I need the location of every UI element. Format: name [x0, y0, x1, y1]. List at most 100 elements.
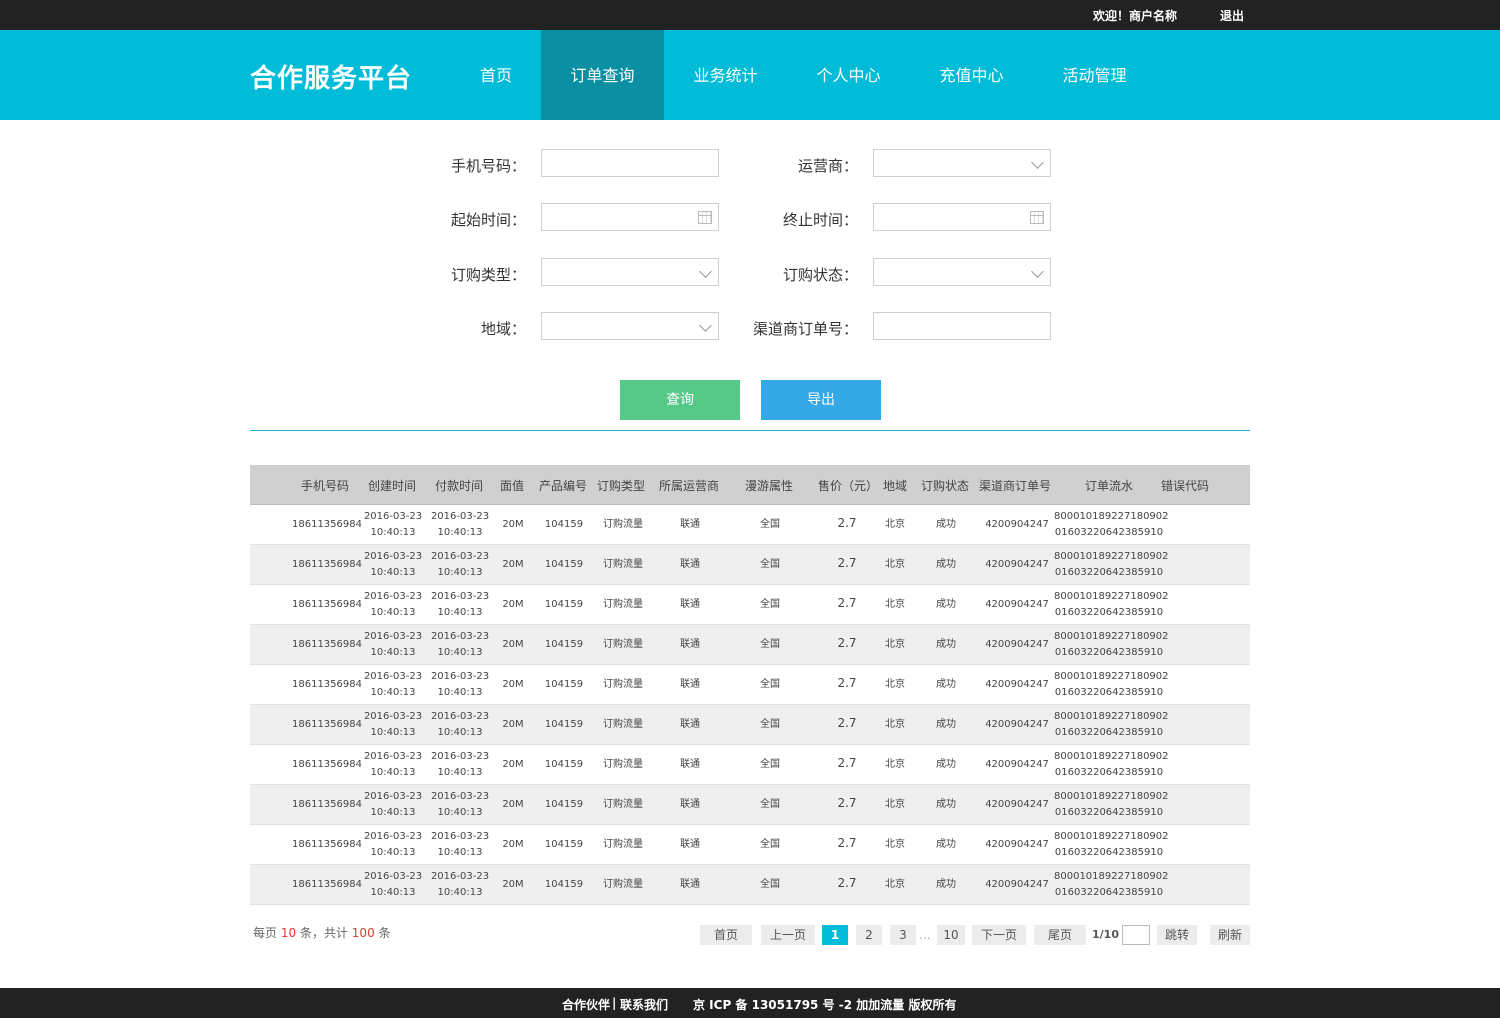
col-phone: 手机号码 [301, 479, 350, 493]
table-row[interactable]: 18611356984 2016-03-23 10:40:13 2016-03-23 1… [250, 665, 1250, 705]
col-created: 创建时间 [368, 479, 417, 493]
channel-order-field[interactable] [873, 312, 1051, 340]
cell-price: 2.7 [837, 516, 857, 530]
calendar-icon[interactable] [698, 211, 712, 224]
cell-phone: 18611356984 [292, 679, 362, 690]
query-button[interactable]: 查询 [620, 380, 740, 420]
cell-serial_1: 800010189227180902 01603220642385910 [1054, 629, 1169, 661]
cell-line: 800010189227180902 [1054, 831, 1169, 842]
refresh-button[interactable]: 刷新 [1210, 925, 1250, 945]
order-type-label: 订购类型： [450, 266, 526, 284]
pager-last[interactable]: 尾页 [1034, 925, 1086, 945]
cell-product: 104159 [544, 679, 584, 690]
cell-line: 800010189227180902 [1054, 511, 1169, 522]
table-row[interactable]: 18611356984 2016-03-23 10:40:13 2016-03-23 1… [250, 785, 1250, 825]
cell-line: 10:40:13 [437, 527, 483, 538]
nav-recharge-center[interactable]: 充值中心 [910, 30, 1033, 120]
cell-type: 订购流量 [603, 759, 643, 770]
cell-carrier: 联通 [680, 839, 700, 850]
table-row[interactable]: 18611356984 2016-03-23 10:40:13 2016-03-23 1… [250, 865, 1250, 905]
cell-product: 104159 [544, 719, 584, 730]
cell-line: 2016-03-23 [430, 631, 490, 642]
end-time-label: 终止时间： [782, 211, 858, 229]
cell-line: 2016-03-23 [363, 831, 423, 842]
cell-line: 2016-03-23 [430, 831, 490, 842]
cell-line: 800010189227180902 [1054, 751, 1169, 762]
jump-page-input[interactable] [1123, 927, 1149, 946]
col-channel-order: 渠道商订单号 [979, 479, 1052, 493]
cell-face: 20M [502, 799, 524, 810]
cell-line: 10:40:13 [370, 567, 416, 578]
cell-price: 2.7 [837, 876, 857, 890]
table-row[interactable]: 18611356984 2016-03-23 10:40:13 2016-03-23 1… [250, 585, 1250, 625]
nav-business-stats[interactable]: 业务统计 [664, 30, 787, 120]
pager-next[interactable]: 下一页 [972, 925, 1026, 945]
cell-type: 订购流量 [603, 519, 643, 530]
pager-page-1[interactable]: 1 [822, 925, 848, 945]
cell-serial_1: 800010189227180902 01603220642385910 [1054, 869, 1169, 901]
cell-line: 800010189227180902 [1054, 631, 1169, 642]
cell-product: 104159 [544, 799, 584, 810]
cell-line: 10:40:13 [370, 607, 416, 618]
end-time-field[interactable] [873, 203, 1051, 231]
cell-type: 订购流量 [603, 799, 643, 810]
nav-activity-management[interactable]: 活动管理 [1033, 30, 1156, 120]
cell-line: 800010189227180902 [1054, 591, 1169, 602]
cell-line: 10:40:13 [370, 687, 416, 698]
table-row[interactable]: 18611356984 2016-03-23 10:40:13 2016-03-23 1… [250, 705, 1250, 745]
cell-line: 10:40:13 [437, 887, 483, 898]
page-summary: 每页 10 条，共计 100 条 [253, 924, 391, 941]
cell-phone: 18611356984 [292, 839, 362, 850]
cell-paid_date: 2016-03-23 10:40:13 [428, 589, 492, 621]
start-time-field[interactable] [541, 203, 719, 231]
nav-home[interactable]: 首页 [451, 30, 541, 120]
jump-page-field[interactable] [1122, 925, 1150, 946]
cell-line: 2016-03-23 [363, 791, 423, 802]
cell-paid_date: 2016-03-23 10:40:13 [428, 789, 492, 821]
carrier-select[interactable] [873, 149, 1051, 177]
cell-line: 2016-03-23 [430, 751, 490, 762]
cell-product: 104159 [544, 519, 584, 530]
cell-channel_order: 4200904247 [985, 679, 1049, 690]
cell-line: 2016-03-23 [430, 591, 490, 602]
cell-line: 2016-03-23 [430, 671, 490, 682]
export-button[interactable]: 导出 [761, 380, 881, 420]
phone-field[interactable] [541, 149, 719, 177]
nav-order-query[interactable]: 订单查询 [541, 30, 664, 120]
footer-contact-link[interactable]: 联系我们 [620, 996, 668, 1013]
cell-product: 104159 [544, 879, 584, 890]
table-row[interactable]: 18611356984 2016-03-23 10:40:13 2016-03-23 1… [250, 505, 1250, 545]
cell-line: 10:40:13 [370, 727, 416, 738]
footer-partners-link[interactable]: 合作伙伴 [562, 996, 610, 1013]
order-status-select[interactable] [873, 258, 1051, 286]
cell-phone: 18611356984 [292, 639, 362, 650]
jump-button[interactable]: 跳转 [1157, 925, 1197, 945]
pager-page-3[interactable]: 3 [890, 925, 916, 945]
table-row[interactable]: 18611356984 2016-03-23 10:40:13 2016-03-23 1… [250, 545, 1250, 585]
cell-channel_order: 4200904247 [985, 599, 1049, 610]
cell-channel_order: 4200904247 [985, 519, 1049, 530]
phone-input[interactable] [542, 150, 718, 176]
cell-type: 订购流量 [603, 879, 643, 890]
orders-table: 手机号码 创建时间 付款时间 面值 产品编号 订购类型 所属运营商 漫游属性 售… [250, 465, 1250, 905]
pager-first[interactable]: 首页 [700, 925, 752, 945]
nav-personal-center[interactable]: 个人中心 [787, 30, 910, 120]
cell-created_date: 2016-03-23 10:40:13 [361, 789, 425, 821]
chevron-down-icon [1031, 156, 1044, 169]
pager-prev[interactable]: 上一页 [761, 925, 815, 945]
logout-link[interactable]: 退出 [1220, 7, 1244, 24]
cell-roam: 全国 [760, 759, 780, 770]
divider [250, 430, 1250, 431]
region-select[interactable] [541, 312, 719, 340]
cell-product: 104159 [544, 759, 584, 770]
table-row[interactable]: 18611356984 2016-03-23 10:40:13 2016-03-23 1… [250, 625, 1250, 665]
cell-region: 北京 [885, 719, 905, 730]
channel-order-input[interactable] [874, 313, 1050, 339]
pager-page-2[interactable]: 2 [856, 925, 882, 945]
table-row[interactable]: 18611356984 2016-03-23 10:40:13 2016-03-23 1… [250, 825, 1250, 865]
table-row[interactable]: 18611356984 2016-03-23 10:40:13 2016-03-23 1… [250, 745, 1250, 785]
pager-page-10[interactable]: 10 [937, 925, 965, 945]
order-type-select[interactable] [541, 258, 719, 286]
calendar-icon[interactable] [1030, 211, 1044, 224]
cell-line: 01603220642385910 [1054, 687, 1164, 698]
